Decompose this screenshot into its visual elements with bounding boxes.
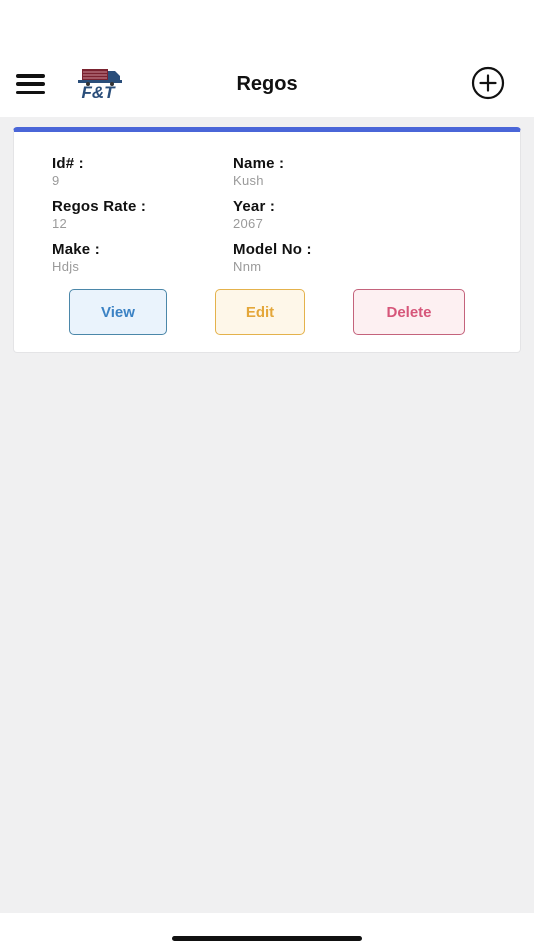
field-label: Year : xyxy=(233,198,276,215)
field-name: Name : Kush xyxy=(233,155,284,188)
field-value: 9 xyxy=(52,173,60,188)
delete-button[interactable]: Delete xyxy=(353,289,465,335)
field-label: Regos Rate : xyxy=(52,198,147,215)
field-value: Hdjs xyxy=(52,259,80,274)
home-indicator[interactable] xyxy=(172,936,362,941)
edit-button[interactable]: Edit xyxy=(215,289,305,335)
app-header: F&T Regos xyxy=(0,56,534,117)
rego-card: Id# : 9 Name : Kush Regos Rate : 12 Year… xyxy=(13,127,521,353)
plus-circle-icon[interactable] xyxy=(471,66,505,100)
field-value: Kush xyxy=(233,173,264,188)
field-year: Year : 2067 xyxy=(233,198,275,231)
field-value: 12 xyxy=(52,216,68,231)
field-id: Id# : 9 xyxy=(52,155,84,188)
field-regos-rate: Regos Rate : 12 xyxy=(52,198,146,231)
page-title: Regos xyxy=(236,73,298,95)
view-button[interactable]: View xyxy=(69,289,167,335)
field-label: Make : xyxy=(52,241,100,258)
field-make: Make : Hdjs xyxy=(52,241,100,274)
field-value: 2067 xyxy=(233,216,264,231)
status-bar xyxy=(0,0,534,56)
field-model-no: Model No : Nnm xyxy=(233,241,312,274)
home-indicator-area xyxy=(0,913,534,950)
field-value: Nnm xyxy=(233,259,262,274)
field-label: Name : xyxy=(233,155,285,172)
field-label: Model No : xyxy=(233,241,312,258)
field-label: Id# : xyxy=(52,155,84,172)
